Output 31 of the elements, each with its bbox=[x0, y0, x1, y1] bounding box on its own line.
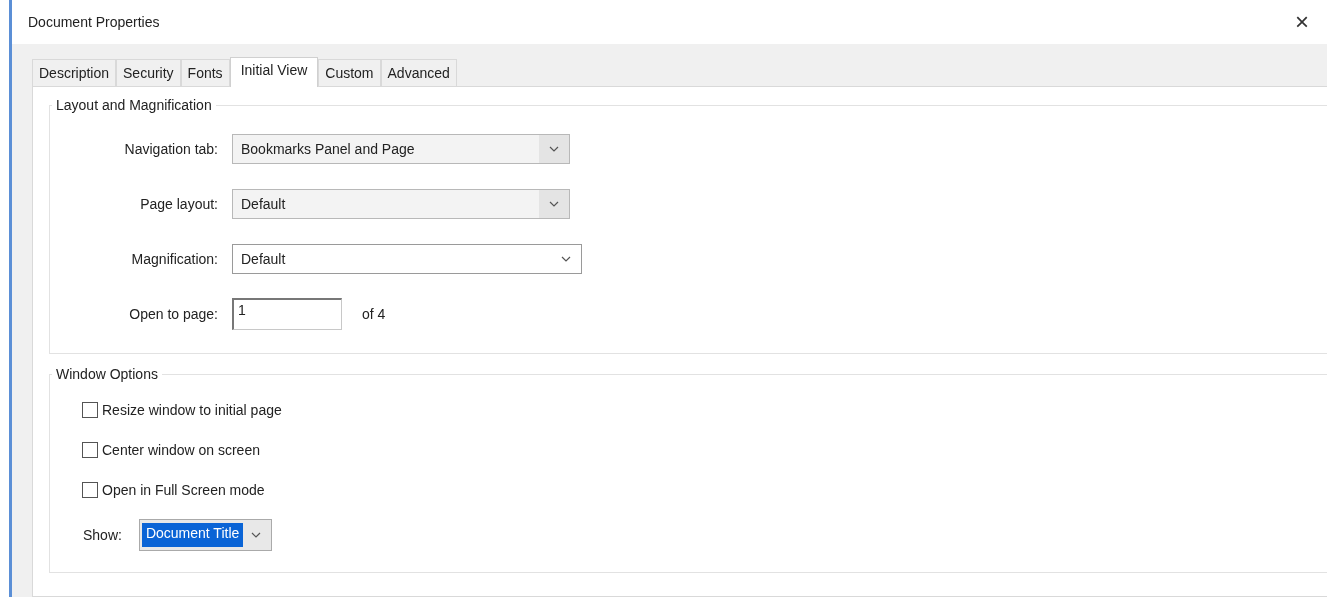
window-title: Document Properties bbox=[28, 14, 160, 30]
tab[interactable]: Custom bbox=[318, 59, 381, 86]
dropdown[interactable]: Bookmarks Panel and Page bbox=[232, 133, 570, 164]
field-label: Open to page: bbox=[128, 305, 219, 322]
show-dropdown[interactable]: Document Title bbox=[138, 519, 273, 551]
tab[interactable]: Initial View bbox=[229, 57, 319, 87]
dropdown[interactable]: Default bbox=[232, 188, 570, 219]
tab[interactable]: Description bbox=[32, 59, 117, 86]
close-button[interactable]: × bbox=[1291, 8, 1313, 36]
field-label: Show: bbox=[83, 527, 122, 543]
dropdown[interactable]: Default bbox=[232, 243, 582, 274]
tab[interactable]: Security bbox=[116, 59, 181, 86]
checkbox[interactable] bbox=[82, 402, 98, 418]
checkbox-label[interactable]: Resize window to initial page bbox=[102, 402, 282, 418]
chevron-down-icon bbox=[251, 532, 262, 538]
checkbox[interactable] bbox=[82, 482, 98, 498]
chevron-down-icon bbox=[561, 255, 571, 262]
group-title: Window Options bbox=[55, 366, 159, 382]
checkbox[interactable] bbox=[82, 442, 98, 458]
chevron-down-icon bbox=[549, 145, 559, 152]
group-title: Layout and Magnification bbox=[55, 97, 213, 113]
field-label: Magnification: bbox=[130, 250, 219, 267]
checkbox-label[interactable]: Center window on screen bbox=[102, 442, 260, 458]
chevron-down-icon bbox=[549, 200, 559, 207]
checkbox-label[interactable]: Open in Full Screen mode bbox=[102, 482, 265, 498]
tab[interactable]: Fonts bbox=[180, 59, 230, 86]
tab[interactable]: Advanced bbox=[380, 59, 457, 86]
field-label: Navigation tab: bbox=[123, 140, 219, 157]
page-number-field[interactable]: 1 bbox=[232, 297, 342, 330]
page-count: of 4 bbox=[362, 305, 386, 322]
field-label: Page layout: bbox=[139, 195, 219, 212]
